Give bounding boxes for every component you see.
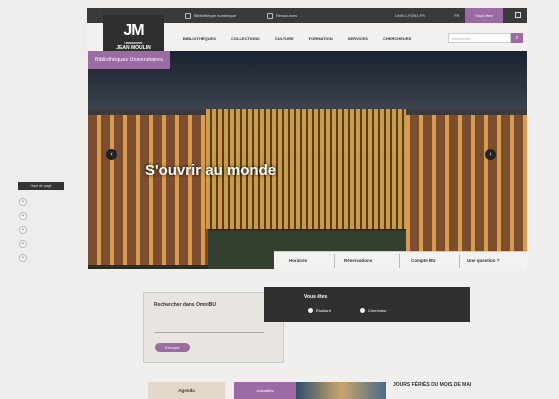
hero-building-right — [406, 115, 527, 265]
menu: BIBLIOTHÈQUES COLLECTIONS CULTURE FORMAT… — [183, 36, 425, 41]
divider — [399, 254, 400, 268]
share-icon[interactable]: + — [19, 226, 27, 234]
lock-icon[interactable] — [515, 12, 521, 18]
news-image[interactable] — [296, 382, 386, 399]
bib-numerique-link[interactable]: Bibliothèque numérique — [185, 13, 236, 19]
menu-bibliotheques[interactable]: BIBLIOTHÈQUES — [183, 36, 216, 41]
menu-chercheurs[interactable]: CHERCHEURS — [383, 36, 411, 41]
omnibu-title: Rechercher dans OmniBU — [154, 302, 216, 308]
page: Bibliothèque numérique Ressources UNIV-L… — [0, 0, 559, 399]
omnibu-search-box: Rechercher dans OmniBU Envoyer — [143, 292, 284, 363]
hero-banner: Bibliothèques Universitaires S'ouvrir au… — [88, 51, 527, 269]
menu-formation[interactable]: FORMATION — [309, 36, 333, 41]
option-chercheur[interactable]: Chercheur — [360, 308, 387, 314]
vous-etes-title: Vous êtes — [304, 294, 328, 300]
agenda-tile[interactable]: Agenda — [148, 382, 225, 399]
hero-tag: Bibliothèques Universitaires — [88, 51, 170, 69]
search-input[interactable]: Rechercher... — [448, 33, 511, 43]
left-margin — [0, 0, 87, 399]
search-icon[interactable]: ⌕ — [511, 33, 523, 43]
news-headline[interactable]: JOURS FÉRIÉS DU MOIS DE MAI — [393, 382, 493, 389]
quick-links: Horaires Réservations Compte BU Une ques… — [274, 251, 527, 270]
quick-question[interactable]: Une question ? — [467, 258, 500, 263]
next-arrow-icon[interactable]: › — [485, 149, 496, 160]
logo-text: UNIVERSITÉ JEAN MOULIN — [116, 41, 151, 51]
library-icon — [185, 13, 191, 19]
omnibu-input[interactable] — [154, 332, 264, 333]
quick-reservations[interactable]: Réservations — [344, 258, 372, 263]
hero-title: S'ouvrir au monde — [145, 162, 277, 179]
hero-building-left — [88, 115, 208, 265]
option-etudiant[interactable]: Étudiant — [308, 308, 331, 314]
quick-compte[interactable]: Compte BU — [411, 258, 436, 263]
share-icon[interactable]: + — [19, 212, 27, 220]
share-icon[interactable]: + — [19, 254, 27, 262]
univ-link[interactable]: UNIV-LYON3.FR — [395, 13, 425, 18]
divider — [459, 254, 460, 268]
back-to-top[interactable]: Haut de page — [18, 182, 64, 190]
share-icon[interactable]: + — [19, 240, 27, 248]
main-nav: JM UNIVERSITÉ JEAN MOULIN BIBLIOTHÈQUES C… — [87, 15, 527, 59]
vous-etes-panel: Vous êtes Étudiant Chercheur — [264, 287, 470, 322]
vous-etes-button[interactable]: Vous êtes — [465, 8, 503, 23]
actualites-tile[interactable]: Actualités — [234, 382, 296, 399]
resources-icon — [267, 13, 273, 19]
quick-horaires[interactable]: Horaires — [289, 258, 307, 263]
divider — [334, 254, 335, 268]
radio-icon[interactable] — [360, 308, 365, 314]
menu-services[interactable]: SERVICES — [348, 36, 368, 41]
omnibu-submit-button[interactable]: Envoyer — [155, 343, 190, 352]
menu-culture[interactable]: CULTURE — [275, 36, 294, 41]
prev-arrow-icon[interactable]: ‹ — [106, 149, 117, 160]
share-icon[interactable]: + — [19, 198, 27, 206]
lang-switch[interactable]: FR — [454, 13, 459, 18]
ressources-link[interactable]: Ressources — [267, 13, 297, 19]
logo-mark: JM — [123, 22, 144, 39]
menu-collections[interactable]: COLLECTIONS — [231, 36, 260, 41]
radio-icon[interactable] — [308, 308, 313, 314]
